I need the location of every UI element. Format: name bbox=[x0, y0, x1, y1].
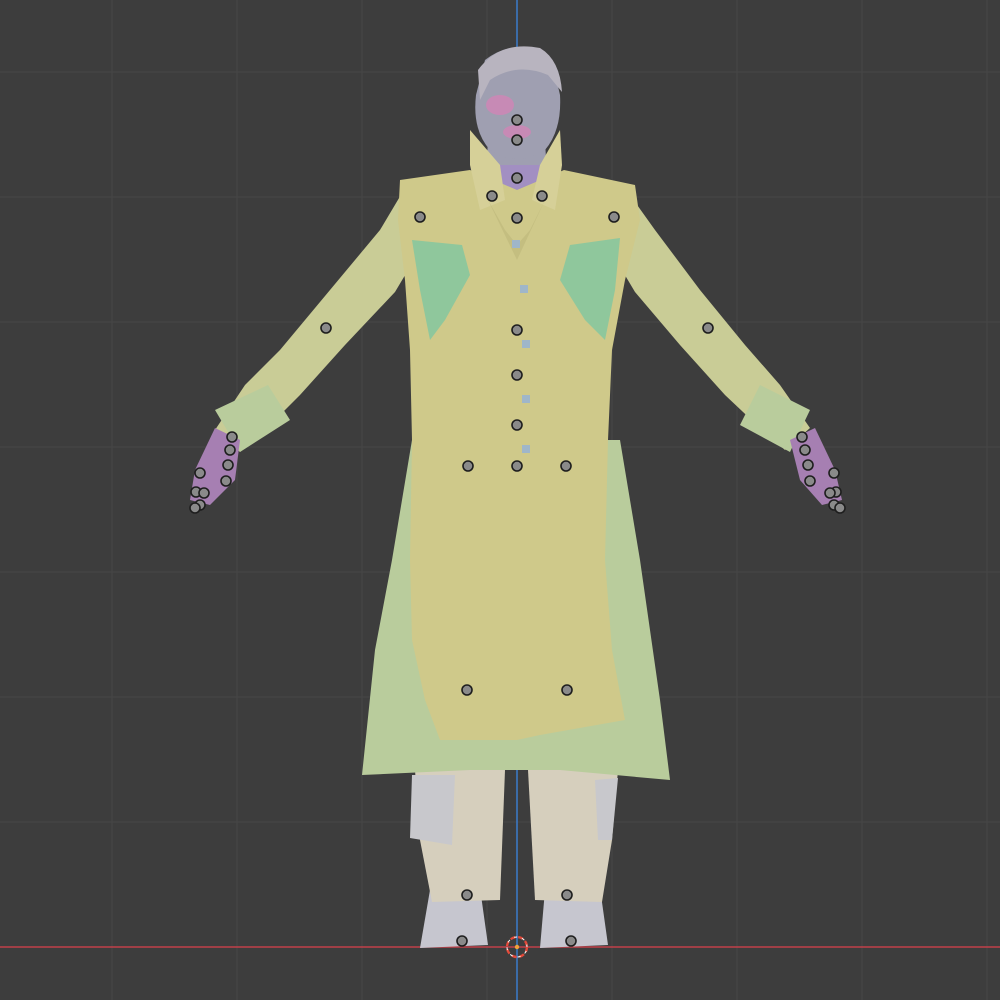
bone-joint[interactable] bbox=[511, 419, 523, 431]
bone-joint[interactable] bbox=[799, 444, 811, 456]
bone-joint[interactable] bbox=[320, 322, 332, 334]
left-leg-wrap[interactable] bbox=[410, 775, 455, 845]
3d-viewport[interactable] bbox=[0, 0, 1000, 1000]
bone-joint[interactable] bbox=[702, 322, 714, 334]
bone-joint[interactable] bbox=[198, 487, 210, 499]
bone-joint[interactable] bbox=[511, 134, 523, 146]
bone-joint[interactable] bbox=[461, 889, 473, 901]
bone-joint[interactable] bbox=[189, 502, 201, 514]
bone-joint[interactable] bbox=[461, 684, 473, 696]
bone-joint[interactable] bbox=[486, 190, 498, 202]
bone-joint[interactable] bbox=[561, 889, 573, 901]
bone-joint[interactable] bbox=[220, 475, 232, 487]
bone-joint[interactable] bbox=[414, 211, 426, 223]
bone-joint[interactable] bbox=[511, 172, 523, 184]
bone-joint[interactable] bbox=[511, 460, 523, 472]
viewport-canvas[interactable] bbox=[0, 0, 1000, 1000]
bone-joint[interactable] bbox=[834, 502, 846, 514]
bone-joint[interactable] bbox=[796, 431, 808, 443]
right-leg-wrap[interactable] bbox=[595, 778, 618, 840]
bone-joint[interactable] bbox=[608, 211, 620, 223]
bone-joint[interactable] bbox=[511, 369, 523, 381]
bone-joint[interactable] bbox=[511, 114, 523, 126]
bone-joint[interactable] bbox=[226, 431, 238, 443]
bone-joint[interactable] bbox=[194, 467, 206, 479]
bone-joint[interactable] bbox=[561, 684, 573, 696]
bone-joint[interactable] bbox=[536, 190, 548, 202]
bone-joint[interactable] bbox=[802, 459, 814, 471]
bone-joint[interactable] bbox=[565, 935, 577, 947]
eye-patch[interactable] bbox=[486, 95, 514, 115]
bone-joint[interactable] bbox=[462, 460, 474, 472]
bone-joint[interactable] bbox=[824, 487, 836, 499]
bone-joint[interactable] bbox=[456, 935, 468, 947]
bone-joint[interactable] bbox=[511, 212, 523, 224]
bone-joint[interactable] bbox=[224, 444, 236, 456]
bone-joint[interactable] bbox=[828, 467, 840, 479]
bone-joint[interactable] bbox=[560, 460, 572, 472]
bone-joint[interactable] bbox=[804, 475, 816, 487]
bone-joint[interactable] bbox=[511, 324, 523, 336]
bone-joint[interactable] bbox=[222, 459, 234, 471]
